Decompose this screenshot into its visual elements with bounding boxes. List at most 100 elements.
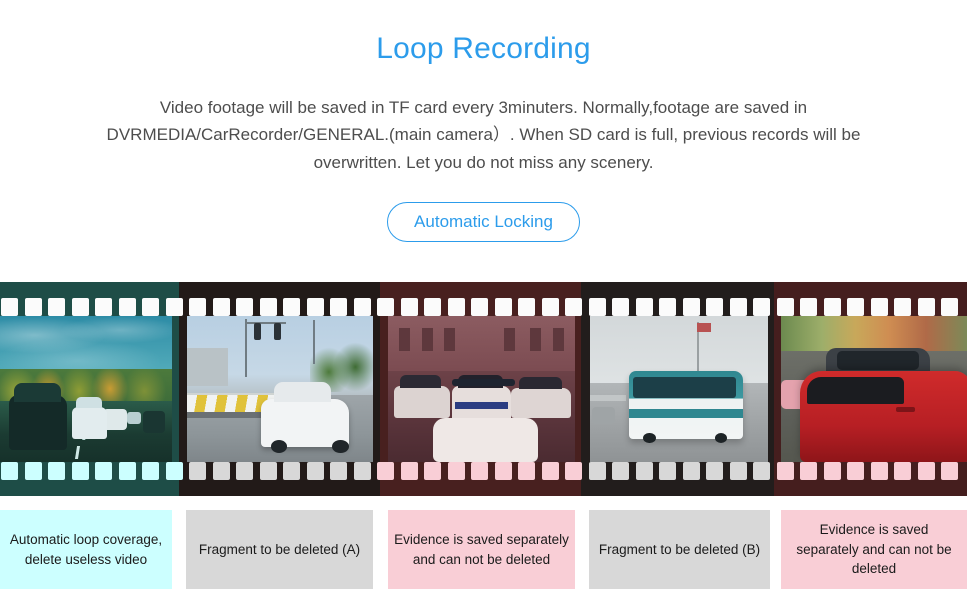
- sprocket-hole: [142, 462, 159, 480]
- button-container: Automatic Locking: [0, 202, 967, 243]
- sprocket-hole: [753, 298, 770, 316]
- window: [444, 327, 456, 352]
- sprocket-hole: [118, 462, 136, 480]
- sprocket-hole: [236, 298, 253, 316]
- page-header: Loop Recording Video footage will be sav…: [0, 0, 967, 243]
- highway-dashcam-autumn-trees-photo: [0, 316, 172, 462]
- police-car: [511, 377, 572, 419]
- distant-car: [591, 406, 615, 425]
- automatic-locking-button[interactable]: Automatic Locking: [387, 202, 580, 243]
- sprocket-hole: [353, 462, 371, 480]
- sprocket-hole: [424, 298, 441, 316]
- sprocket-hole: [165, 462, 183, 480]
- sprocket-hole: [353, 298, 371, 316]
- city-road-traffic-light-white-sedan-photo: [187, 316, 373, 462]
- sprocket-hole: [565, 298, 582, 316]
- traffic-light-pole: [244, 318, 248, 378]
- grey-car-window: [836, 351, 919, 370]
- sprocket-hole: [612, 298, 629, 316]
- sprocket-hole: [189, 298, 206, 316]
- bus-stripe: [629, 409, 744, 419]
- sprocket-hole: [518, 462, 535, 480]
- window: [552, 327, 564, 352]
- bus-windshield: [632, 377, 736, 398]
- sprocket-hole: [95, 298, 112, 316]
- sprocket-hole: [706, 298, 723, 316]
- sprocket-hole: [823, 462, 841, 480]
- sprocket-hole: [259, 462, 277, 480]
- sprocket-hole: [729, 298, 747, 316]
- sprocket-hole: [917, 298, 935, 316]
- sprocket-hole: [870, 462, 888, 480]
- sprocket-hole: [259, 298, 277, 316]
- sprocket-hole: [24, 462, 42, 480]
- sprocket-hole: [612, 462, 629, 480]
- sprocket-hole: [447, 462, 465, 480]
- sprocket-hole: [377, 298, 394, 316]
- sprocket-hole: [588, 298, 606, 316]
- wheel: [714, 432, 728, 444]
- film-frame-highway[interactable]: [0, 316, 172, 462]
- sprocket-hole: [71, 298, 89, 316]
- sprocket-hole: [682, 298, 700, 316]
- foreground-police-car: [432, 418, 538, 462]
- sprocket-hole: [48, 462, 65, 480]
- sprocket-hole: [471, 298, 488, 316]
- sprocket-hole: [494, 298, 512, 316]
- traffic-light-icon: [274, 323, 282, 341]
- police-cars-accident-scene-photo: [388, 316, 575, 462]
- window: [421, 327, 433, 352]
- sprocket-hole: [447, 298, 465, 316]
- page-title: Loop Recording: [376, 32, 591, 65]
- sprocket-hole: [800, 298, 817, 316]
- sprocket-hole: [330, 298, 347, 316]
- sprocket-hole: [753, 462, 770, 480]
- page-description: Video footage will be saved in TF card e…: [106, 97, 861, 172]
- sprocket-hole: [95, 462, 112, 480]
- sprocket-hole: [729, 462, 747, 480]
- sprocket-hole: [800, 462, 817, 480]
- sprocket-hole: [776, 298, 794, 316]
- window: [530, 327, 542, 352]
- sprocket-hole: [847, 462, 864, 480]
- sprocket-hole: [165, 298, 183, 316]
- sprocket-hole: [283, 298, 300, 316]
- sprocket-hole: [400, 298, 418, 316]
- sprocket-hole: [706, 462, 723, 480]
- sprocket-hole: [870, 298, 888, 316]
- frame-caption: Fragment to be deleted (A): [186, 510, 373, 589]
- sprocket-hole: [541, 462, 559, 480]
- sprocket-hole: [306, 462, 324, 480]
- wheel: [643, 432, 656, 444]
- film-frames: [0, 316, 967, 462]
- red-car-window: [807, 377, 904, 404]
- sprocket-hole: [494, 462, 512, 480]
- traffic-light-icon: [253, 323, 261, 341]
- red-car-collision-closeup-photo: [781, 316, 967, 462]
- film-frame-city-road[interactable]: [187, 316, 373, 462]
- sprocket-hole: [659, 298, 676, 316]
- sprocket-hole: [588, 462, 606, 480]
- film-frame-police-cars[interactable]: [388, 316, 575, 462]
- sprocket-hole: [941, 462, 958, 480]
- flag-icon: [696, 323, 712, 333]
- sprocket-row-top: [0, 298, 967, 316]
- building: [187, 348, 228, 387]
- sprocket-hole: [142, 298, 159, 316]
- sprocket-hole: [823, 298, 841, 316]
- sprocket-hole: [212, 462, 230, 480]
- sprocket-hole: [565, 462, 582, 480]
- film-frame-bus[interactable]: [590, 316, 768, 462]
- police-car: [393, 375, 450, 419]
- film-frame-red-car[interactable]: [781, 316, 967, 462]
- sprocket-hole: [518, 298, 535, 316]
- city-bus-on-road-photo: [590, 316, 768, 462]
- white-car: [72, 396, 107, 439]
- sprocket-hole: [236, 462, 253, 480]
- distant-car: [142, 410, 166, 433]
- sprocket-hole: [306, 298, 324, 316]
- sprocket-hole: [1, 462, 18, 480]
- sprocket-hole: [659, 462, 676, 480]
- frame-caption: Automatic loop coverage, delete useless …: [0, 510, 172, 589]
- sprocket-hole: [189, 462, 206, 480]
